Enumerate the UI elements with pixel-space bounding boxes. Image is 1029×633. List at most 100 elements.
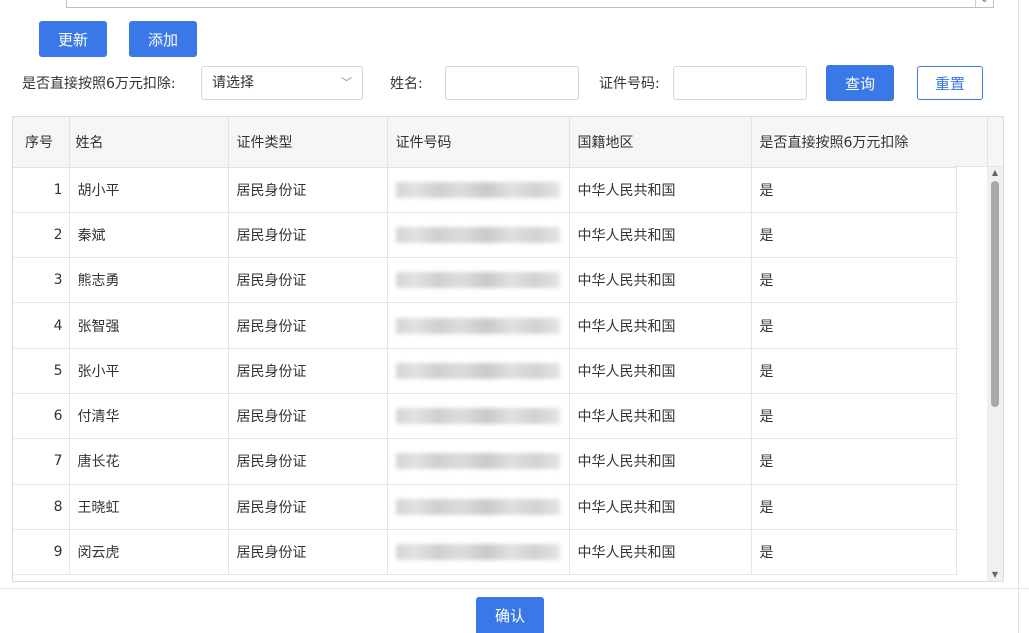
top-field[interactable]: ⌄ <box>66 0 994 8</box>
row-no: 3 <box>13 257 70 304</box>
table-row[interactable]: 6 付清华 居民身份证 中华人民共和国 是 <box>13 393 957 440</box>
row-id-type: 居民身份证 <box>228 212 388 259</box>
scrollbar-thumb[interactable] <box>991 181 999 407</box>
col-header-id-number[interactable]: 证件号码 <box>387 117 570 168</box>
row-country: 中华人民共和国 <box>569 348 752 394</box>
arrow-up-icon[interactable]: ▲ <box>987 167 1003 179</box>
query-button[interactable]: 查询 <box>826 65 894 101</box>
deduct-filter-label: 是否直接按照6万元扣除: <box>22 76 176 92</box>
row-deduct: 是 <box>751 393 957 440</box>
row-id-type: 居民身份证 <box>228 529 388 576</box>
row-id-type: 居民身份证 <box>228 167 388 213</box>
row-id-number <box>387 393 570 440</box>
row-no: 4 <box>13 302 70 349</box>
redacted-id <box>395 453 560 470</box>
table-row[interactable]: 8 王晓虹 居民身份证 中华人民共和国 是 <box>13 484 957 530</box>
row-no: 8 <box>13 484 70 530</box>
row-name: 张智强 <box>69 302 229 349</box>
row-name: 付清华 <box>69 393 229 440</box>
row-country: 中华人民共和国 <box>569 393 752 440</box>
table-row[interactable]: 9 闵云虎 居民身份证 中华人民共和国 是 <box>13 529 957 576</box>
add-button[interactable]: 添加 <box>129 21 197 57</box>
table-row[interactable]: 2 秦斌 居民身份证 中华人民共和国 是 <box>13 212 957 259</box>
redacted-id <box>395 317 560 334</box>
name-input[interactable] <box>445 66 579 100</box>
row-name: 唐长花 <box>69 438 229 485</box>
row-name: 王晓虹 <box>69 484 229 530</box>
vertical-scrollbar[interactable]: ▲ ▼ <box>987 167 1003 581</box>
row-deduct: 是 <box>751 348 957 394</box>
row-deduct: 是 <box>751 529 957 576</box>
row-no: 9 <box>13 529 70 576</box>
row-id-type: 居民身份证 <box>228 438 388 485</box>
row-id-type: 居民身份证 <box>228 302 388 349</box>
col-header-no[interactable]: 序号 <box>13 117 70 168</box>
col-header-name[interactable]: 姓名 <box>69 117 229 168</box>
footer-divider <box>0 588 1029 589</box>
row-country: 中华人民共和国 <box>569 167 752 213</box>
row-deduct: 是 <box>751 167 957 213</box>
row-name: 胡小平 <box>69 167 229 213</box>
refresh-button[interactable]: 更新 <box>39 21 107 57</box>
deduct-select[interactable]: 请选择 ﹀ <box>201 66 363 100</box>
table-row[interactable]: 3 熊志勇 居民身份证 中华人民共和国 是 <box>13 257 957 304</box>
chevron-down-icon: ﹀ <box>341 76 352 89</box>
row-deduct: 是 <box>751 257 957 304</box>
row-deduct: 是 <box>751 212 957 259</box>
row-id-number <box>387 484 570 530</box>
row-deduct: 是 <box>751 438 957 485</box>
row-name: 张小平 <box>69 348 229 394</box>
row-name: 秦斌 <box>69 212 229 259</box>
row-country: 中华人民共和国 <box>569 257 752 304</box>
row-id-number <box>387 257 570 304</box>
table-header-row: 序号 姓名 证件类型 证件号码 国籍地区 是否直接按照6万元扣除 <box>13 117 957 168</box>
redacted-id <box>395 544 560 561</box>
chevron-down-icon[interactable]: ⌄ <box>975 0 993 7</box>
row-id-type: 居民身份证 <box>228 348 388 394</box>
arrow-down-icon[interactable]: ▼ <box>987 569 1003 581</box>
redacted-id <box>395 181 560 198</box>
header-filler <box>987 117 1003 167</box>
row-id-number <box>387 348 570 394</box>
table-row[interactable]: 5 张小平 居民身份证 中华人民共和国 是 <box>13 348 957 394</box>
header-filler <box>954 117 987 167</box>
window-edge <box>1018 0 1019 633</box>
row-country: 中华人民共和国 <box>569 484 752 530</box>
row-no: 2 <box>13 212 70 259</box>
row-country: 中华人民共和国 <box>569 438 752 485</box>
row-no: 7 <box>13 438 70 485</box>
row-deduct: 是 <box>751 302 957 349</box>
row-id-type: 居民身份证 <box>228 484 388 530</box>
row-id-type: 居民身份证 <box>228 393 388 440</box>
row-id-type: 居民身份证 <box>228 257 388 304</box>
col-header-deduct[interactable]: 是否直接按照6万元扣除 <box>751 117 957 168</box>
deduction-dialog: ⌄ 更新 添加 是否直接按照6万元扣除: 请选择 ﹀ 姓名: 证件号码: 查询 … <box>0 0 1029 633</box>
id-number-input[interactable] <box>673 66 807 100</box>
redacted-id <box>395 362 560 379</box>
row-id-number <box>387 438 570 485</box>
row-no: 6 <box>13 393 70 440</box>
col-header-id-type[interactable]: 证件类型 <box>228 117 388 168</box>
row-no: 5 <box>13 348 70 394</box>
table-row[interactable]: 4 张智强 居民身份证 中华人民共和国 是 <box>13 302 957 349</box>
col-header-country[interactable]: 国籍地区 <box>569 117 752 168</box>
row-no: 1 <box>13 167 70 213</box>
redacted-id <box>395 272 560 289</box>
row-country: 中华人民共和国 <box>569 302 752 349</box>
row-name: 熊志勇 <box>69 257 229 304</box>
redacted-id <box>395 408 560 425</box>
deduct-select-value: 请选择 <box>212 75 254 91</box>
table-row[interactable]: 1 胡小平 居民身份证 中华人民共和国 是 <box>13 167 957 213</box>
confirm-button[interactable]: 确认 <box>476 597 544 633</box>
row-deduct: 是 <box>751 484 957 530</box>
table-row[interactable]: 7 唐长花 居民身份证 中华人民共和国 是 <box>13 438 957 485</box>
row-country: 中华人民共和国 <box>569 529 752 576</box>
row-id-number <box>387 212 570 259</box>
row-country: 中华人民共和国 <box>569 212 752 259</box>
employee-table: 序号 姓名 证件类型 证件号码 国籍地区 是否直接按照6万元扣除 1 胡小平 居… <box>12 116 1004 582</box>
redacted-id <box>395 226 560 243</box>
row-name: 闵云虎 <box>69 529 229 576</box>
reset-button[interactable]: 重置 <box>917 66 983 100</box>
redacted-id <box>395 498 560 515</box>
id-filter-label: 证件号码: <box>599 76 660 92</box>
